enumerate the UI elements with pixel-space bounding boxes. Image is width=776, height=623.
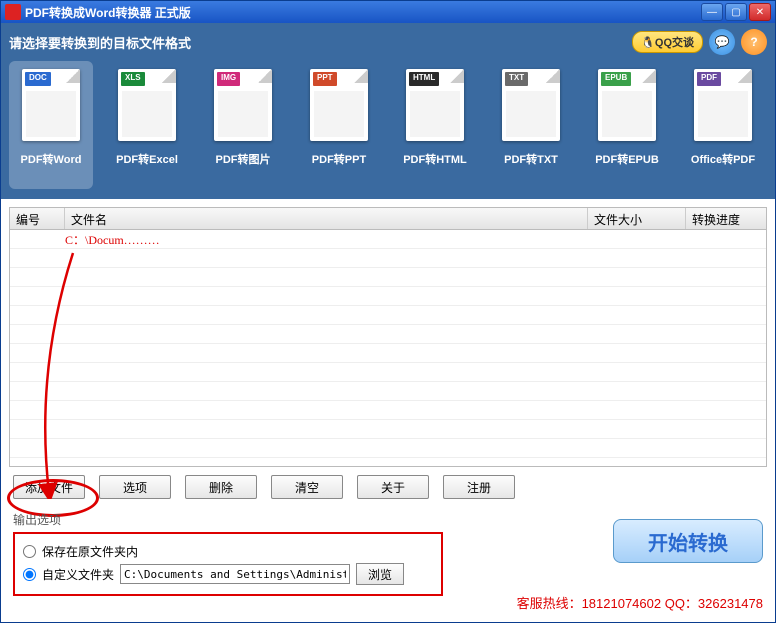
save-original-option[interactable]: 保存在原文件夹内 [23, 543, 433, 560]
custom-folder-label: 自定义文件夹 [42, 566, 114, 583]
format-thumb: HTML [406, 69, 464, 141]
format-label: Office转PDF [691, 151, 755, 167]
titlebar: PDF转换成Word转换器 正式版 — ▢ ✕ [1, 1, 775, 23]
clear-button[interactable]: 清空 [271, 475, 343, 499]
format-thumb: IMG [214, 69, 272, 141]
minimize-button[interactable]: — [701, 3, 723, 21]
format-label: PDF转HTML [403, 151, 467, 167]
format-item-epub[interactable]: EPUB PDF转EPUB [585, 61, 669, 189]
format-grid: DOC PDF转Word XLS PDF转Excel IMG PDF转图片 PPT PDF转P… [9, 61, 767, 189]
col-progress[interactable]: 转换进度 [686, 208, 766, 229]
format-item-xls[interactable]: XLS PDF转Excel [105, 61, 189, 189]
action-buttons: 添加文件 选项 删除 清空 关于 注册 [1, 475, 775, 499]
format-label: PDF转PPT [312, 151, 366, 167]
browse-button[interactable]: 浏览 [356, 563, 404, 585]
save-original-radio[interactable] [23, 545, 36, 558]
close-button[interactable]: ✕ [749, 3, 771, 21]
format-thumb: XLS [118, 69, 176, 141]
format-label: PDF转图片 [216, 151, 271, 167]
add-file-button[interactable]: 添加文件 [13, 475, 85, 499]
file-path-cell: C：\Docum……… [65, 231, 588, 248]
format-label: PDF转EPUB [595, 151, 659, 167]
format-label: PDF转Excel [116, 151, 178, 167]
custom-folder-option[interactable]: 自定义文件夹 浏览 [23, 563, 433, 585]
output-box: 保存在原文件夹内 自定义文件夹 浏览 [13, 532, 443, 596]
col-num[interactable]: 编号 [10, 208, 65, 229]
maximize-button[interactable]: ▢ [725, 3, 747, 21]
qq-chat-button[interactable]: 🐧QQ交谈 [632, 31, 703, 53]
format-thumb: DOC [22, 69, 80, 141]
format-header: 请选择要转换到的目标文件格式 🐧QQ交谈 💬 ? [9, 29, 767, 55]
delete-button[interactable]: 删除 [185, 475, 257, 499]
format-thumb: EPUB [598, 69, 656, 141]
hotline-text: 客服热线：18121074602 QQ：326231478 [517, 593, 763, 612]
format-item-txt[interactable]: TXT PDF转TXT [489, 61, 573, 189]
list-body[interactable]: C：\Docum……… [10, 230, 766, 466]
options-button[interactable]: 选项 [99, 475, 171, 499]
format-label: PDF转TXT [504, 151, 558, 167]
format-item-doc[interactable]: DOC PDF转Word [9, 61, 93, 189]
custom-folder-radio[interactable] [23, 568, 36, 581]
app-window: PDF转换成Word转换器 正式版 — ▢ ✕ 请选择要转换到的目标文件格式 🐧… [0, 0, 776, 623]
format-item-img[interactable]: IMG PDF转图片 [201, 61, 285, 189]
format-label: PDF转Word [21, 151, 82, 167]
list-row[interactable]: C：\Docum……… [10, 230, 766, 249]
format-thumb: PDF [694, 69, 752, 141]
col-name[interactable]: 文件名 [65, 208, 588, 229]
app-icon [5, 4, 21, 20]
start-convert-button[interactable]: 开始转换 [613, 519, 763, 563]
format-thumb: PPT [310, 69, 368, 141]
help-icon[interactable]: ? [741, 29, 767, 55]
format-item-pdf[interactable]: PDF Office转PDF [681, 61, 765, 189]
format-item-html[interactable]: HTML PDF转HTML [393, 61, 477, 189]
window-controls: — ▢ ✕ [701, 3, 771, 21]
about-button[interactable]: 关于 [357, 475, 429, 499]
format-thumb: TXT [502, 69, 560, 141]
format-item-ppt[interactable]: PPT PDF转PPT [297, 61, 381, 189]
format-title: 请选择要转换到的目标文件格式 [9, 33, 191, 52]
col-size[interactable]: 文件大小 [588, 208, 686, 229]
header-right: 🐧QQ交谈 💬 ? [632, 29, 767, 55]
save-original-label: 保存在原文件夹内 [42, 543, 138, 560]
feedback-icon[interactable]: 💬 [709, 29, 735, 55]
titlebar-text: PDF转换成Word转换器 正式版 [25, 4, 701, 21]
list-header: 编号 文件名 文件大小 转换进度 [10, 208, 766, 230]
register-button[interactable]: 注册 [443, 475, 515, 499]
path-input[interactable] [120, 564, 350, 584]
file-list: 编号 文件名 文件大小 转换进度 C：\Docum……… [9, 207, 767, 467]
format-panel: 请选择要转换到的目标文件格式 🐧QQ交谈 💬 ? DOC PDF转Word XLS P… [1, 23, 775, 199]
